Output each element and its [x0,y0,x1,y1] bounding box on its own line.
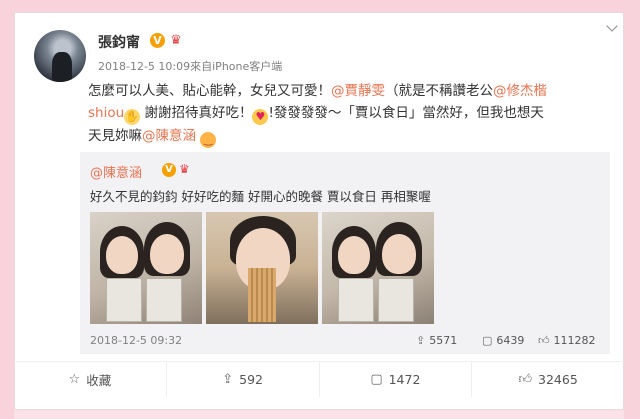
heart-eyes-emoji-icon: ♥ [252,109,269,125]
thumbs-up-icon: 👍︎ [538,334,550,347]
sleepy-emoji-icon: ‿ [200,132,217,148]
post-text-segment: 怎麼可以人美、貼心能幹，女兒又可愛！ [88,83,331,99]
comment-button[interactable]: ▢ 1472 [320,362,473,397]
verified-badge-icon: V [162,163,176,177]
favorite-label: 收藏 [86,373,112,388]
like-count: 32465 [538,372,578,387]
post-username[interactable]: 張鈞甯 [98,32,140,52]
repost-date[interactable]: 2018-12-5 09:32 [90,334,182,347]
comment-count: 1472 [388,372,421,387]
comment-icon: ▢ [370,372,383,387]
repost-like-stat[interactable]: 👍︎ 111282 [538,334,596,347]
mention-link[interactable]: @修杰楷 [493,83,547,99]
crown-icon: ♛ [170,33,182,48]
crown-icon: ♛ [179,162,190,176]
repost-photo-1[interactable] [90,212,202,324]
repost-like-count: 111282 [553,334,596,347]
thumbs-up-icon: 👍︎ [518,372,533,387]
mention-link[interactable]: shiou [88,105,124,121]
post-text-segment: !發發發發～「賈以食日」當然好，但我也想天 [268,105,544,121]
repost-share-count: 5571 [429,334,458,347]
post-meta[interactable]: 2018-12-5 10:09來自iPhone客户端 [98,58,282,74]
repost-photo-3[interactable] [322,212,434,324]
mention-link[interactable]: @賈靜雯 [331,83,385,99]
star-icon: ☆ [68,372,81,387]
next-card-edge [14,410,624,419]
repost-photo-2[interactable] [206,212,318,324]
repost-text: 好久不見的鈞鈞 好好吃的麵 好開心的晚餐 賈以食日 再相聚喔 [90,189,431,204]
share-icon: ⇪ [222,372,234,387]
like-button[interactable]: 👍︎ 32465 [472,362,624,397]
post-text-segment: 謝謝招待真好吃！ [144,105,253,121]
share-icon: ⇪ [416,334,426,347]
verified-badge-icon: V [150,33,165,48]
comment-icon: ▢ [482,334,493,347]
repost-box[interactable]: @陳意涵 V ♛ 好久不見的鈞鈞 好好吃的麵 好開心的晚餐 賈以食日 再相聚喔 … [80,152,610,354]
repost-comment-count: 6439 [496,334,525,347]
repost-username[interactable]: @陳意涵 [90,162,142,181]
thinking-hand-emoji-icon: ✋ [124,109,141,125]
post-body: 怎麼可以人美、貼心能幹，女兒又可愛！@賈靜雯（就是不稱讚老公@修杰楷 shiou… [88,80,608,148]
share-count: 592 [239,372,263,387]
post-text-segment: 天見妳嘛 [88,128,142,144]
mention-link[interactable]: @陳意涵 [142,128,196,144]
action-bar: ☆ 收藏 ⇪ 592 ▢ 1472 👍︎ 32465 [14,361,624,397]
share-button[interactable]: ⇪ 592 [167,362,320,397]
post-text-segment: （就是不稱讚老公 [385,83,493,99]
repost-comment-stat[interactable]: ▢ 6439 [482,334,524,347]
avatar[interactable] [34,30,86,82]
favorite-button[interactable]: ☆ 收藏 [14,362,167,397]
repost-share-stat[interactable]: ⇪ 5571 [416,334,457,347]
